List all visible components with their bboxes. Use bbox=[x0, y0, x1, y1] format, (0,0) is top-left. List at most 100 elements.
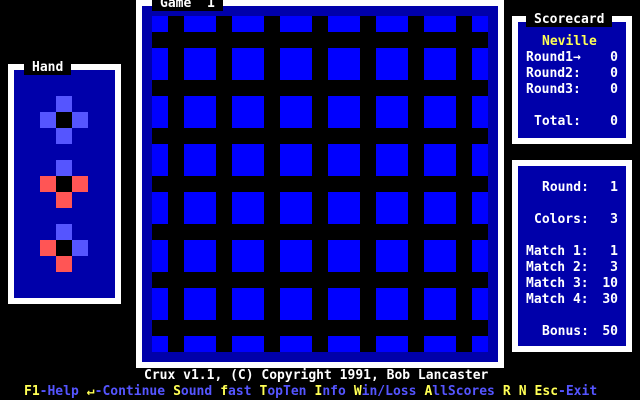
menu-item[interactable]: TopTen bbox=[260, 384, 307, 400]
piece-right-square bbox=[72, 176, 88, 192]
board-cell[interactable] bbox=[472, 288, 488, 320]
board-cell[interactable] bbox=[184, 48, 216, 80]
board-cell[interactable] bbox=[424, 16, 456, 32]
board-cell[interactable] bbox=[280, 288, 312, 320]
board-cell[interactable] bbox=[472, 144, 488, 176]
board-cell[interactable] bbox=[376, 288, 408, 320]
menu-item[interactable]: AllScores bbox=[424, 384, 494, 400]
board-cell[interactable] bbox=[424, 144, 456, 176]
board-cell[interactable] bbox=[280, 144, 312, 176]
board-cell[interactable] bbox=[424, 288, 456, 320]
board-cell[interactable] bbox=[376, 192, 408, 224]
board-cell[interactable] bbox=[232, 336, 264, 352]
match2-label: Match 2: bbox=[526, 260, 589, 275]
copyright-text: Crux v1.1, (C) Copyright 1991, Bob Lanca… bbox=[144, 368, 489, 383]
board-cell[interactable] bbox=[232, 96, 264, 128]
board-cell[interactable] bbox=[376, 240, 408, 272]
hand-piece[interactable] bbox=[40, 160, 88, 208]
round3-score: 0 bbox=[610, 82, 618, 97]
menu-item[interactable]: R bbox=[503, 384, 511, 400]
board-cell[interactable] bbox=[152, 48, 168, 80]
round1-label: Round1→ bbox=[526, 50, 581, 65]
board-cell[interactable] bbox=[152, 144, 168, 176]
board-cell[interactable] bbox=[472, 240, 488, 272]
board-cell[interactable] bbox=[184, 96, 216, 128]
board-cell[interactable] bbox=[232, 48, 264, 80]
total-score: 0 bbox=[610, 114, 618, 129]
board-cell[interactable] bbox=[184, 192, 216, 224]
board-cell[interactable] bbox=[376, 96, 408, 128]
board-cell[interactable] bbox=[328, 192, 360, 224]
board-cell[interactable] bbox=[328, 144, 360, 176]
board-cell[interactable] bbox=[280, 336, 312, 352]
bonus-label: Bonus: bbox=[542, 324, 589, 339]
board-cell[interactable] bbox=[328, 16, 360, 32]
board-cell[interactable] bbox=[152, 288, 168, 320]
board-cell[interactable] bbox=[232, 192, 264, 224]
piece-right-square bbox=[72, 240, 88, 256]
board-cell[interactable] bbox=[280, 192, 312, 224]
board-cell[interactable] bbox=[472, 16, 488, 32]
board-cell[interactable] bbox=[328, 96, 360, 128]
menu-item[interactable]: N bbox=[519, 384, 527, 400]
board-cell[interactable] bbox=[184, 336, 216, 352]
board-cell[interactable] bbox=[376, 336, 408, 352]
board-cell[interactable] bbox=[280, 240, 312, 272]
match4-label: Match 4: bbox=[526, 292, 589, 307]
menu-item[interactable]: ↵-Continue bbox=[87, 384, 165, 400]
hand-piece[interactable] bbox=[40, 96, 88, 144]
board-cell[interactable] bbox=[424, 336, 456, 352]
board-cell[interactable] bbox=[376, 16, 408, 32]
menu-item[interactable]: Esc-Exit bbox=[535, 384, 598, 400]
board-cell[interactable] bbox=[232, 240, 264, 272]
board-cell[interactable] bbox=[280, 16, 312, 32]
bonus-value: 50 bbox=[602, 324, 618, 339]
board-cell[interactable] bbox=[232, 288, 264, 320]
match3-label: Match 3: bbox=[526, 276, 589, 291]
board-cell[interactable] bbox=[424, 48, 456, 80]
board-cell[interactable] bbox=[328, 48, 360, 80]
piece-left-square bbox=[40, 176, 56, 192]
board-cell[interactable] bbox=[328, 240, 360, 272]
board-cell[interactable] bbox=[280, 48, 312, 80]
board-cell[interactable] bbox=[424, 240, 456, 272]
scorecard-panel: Scorecard Neville Round1→ 0 Round2: 0 Ro… bbox=[512, 13, 632, 144]
menu-item[interactable]: Info bbox=[315, 384, 346, 400]
hand-piece[interactable] bbox=[40, 224, 88, 272]
board-cell[interactable] bbox=[280, 96, 312, 128]
board-cell[interactable] bbox=[232, 16, 264, 32]
round1-score: 0 bbox=[610, 50, 618, 65]
board-cell[interactable] bbox=[424, 192, 456, 224]
board-cell[interactable] bbox=[472, 48, 488, 80]
board-cell[interactable] bbox=[472, 192, 488, 224]
round-label: Round: bbox=[542, 180, 589, 195]
round2-label: Round2: bbox=[526, 66, 581, 81]
board-cell[interactable] bbox=[184, 16, 216, 32]
menu-item[interactable]: F1-Help bbox=[24, 384, 79, 400]
menu-label: -Continue bbox=[94, 384, 166, 399]
round-value: 1 bbox=[610, 180, 618, 195]
board-cell[interactable] bbox=[184, 288, 216, 320]
game-board[interactable] bbox=[152, 16, 488, 352]
board-cell[interactable] bbox=[376, 48, 408, 80]
board-cell[interactable] bbox=[152, 96, 168, 128]
board-cell[interactable] bbox=[152, 192, 168, 224]
board-cell[interactable] bbox=[424, 96, 456, 128]
board-cell[interactable] bbox=[152, 240, 168, 272]
board-cell[interactable] bbox=[472, 96, 488, 128]
match1-label: Match 1: bbox=[526, 244, 589, 259]
piece-center-square bbox=[56, 240, 72, 256]
piece-center-square bbox=[56, 176, 72, 192]
menu-item[interactable]: Win/Loss bbox=[354, 384, 417, 400]
menu-item[interactable]: fast bbox=[220, 384, 251, 400]
board-cell[interactable] bbox=[232, 144, 264, 176]
board-cell[interactable] bbox=[152, 16, 168, 32]
board-cell[interactable] bbox=[376, 144, 408, 176]
board-cell[interactable] bbox=[184, 144, 216, 176]
board-cell[interactable] bbox=[472, 336, 488, 352]
board-cell[interactable] bbox=[328, 336, 360, 352]
board-cell[interactable] bbox=[328, 288, 360, 320]
board-cell[interactable] bbox=[152, 336, 168, 352]
menu-item[interactable]: Sound bbox=[173, 384, 212, 400]
board-cell[interactable] bbox=[184, 240, 216, 272]
